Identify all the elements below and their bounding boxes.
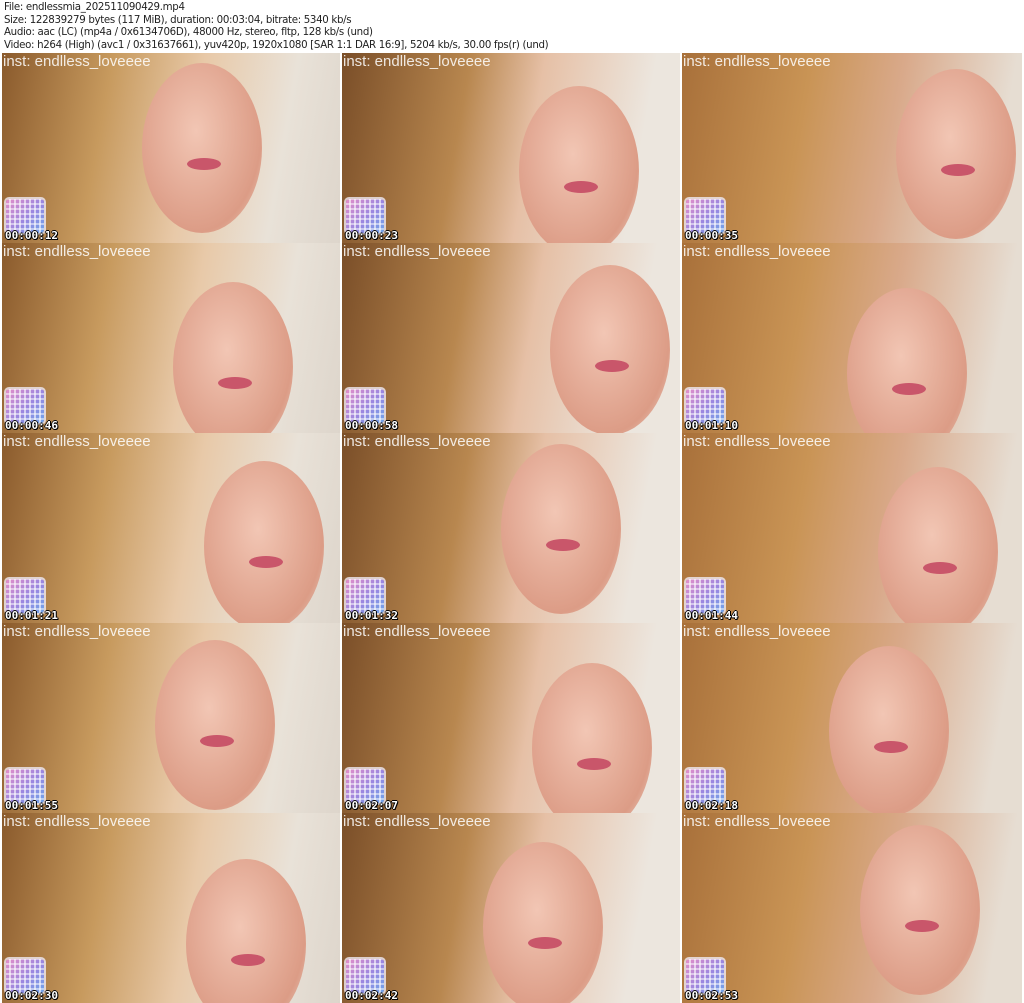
audio-info: Audio: aac (LC) (mp4a / 0x6134706D), 480… — [4, 25, 373, 39]
timestamp: 00:01:32 — [345, 609, 398, 622]
video-info: Video: h264 (High) (avc1 / 0x31637661), … — [4, 37, 549, 51]
watermark-text: inst: endlless_loveeee — [343, 623, 491, 640]
frame-detail — [874, 741, 908, 753]
qr-code-icon — [346, 769, 384, 803]
frame-detail — [564, 181, 598, 193]
frame-image — [847, 288, 967, 433]
qr-code-icon — [6, 199, 44, 233]
timestamp: 00:00:35 — [685, 229, 738, 242]
timestamp: 00:02:53 — [685, 989, 738, 1002]
watermark-text: inst: endlless_loveeee — [3, 813, 151, 830]
video-thumbnail: inst: endlless_loveeee 00:00:23 — [342, 53, 680, 243]
frame-image — [204, 461, 324, 623]
qr-code-icon — [346, 199, 384, 233]
frame-image — [483, 842, 603, 1003]
watermark-text: inst: endlless_loveeee — [683, 433, 831, 450]
video-thumbnail: inst: endlless_loveeee 00:01:21 — [2, 433, 340, 623]
frame-detail — [905, 920, 939, 932]
timestamp: 00:00:12 — [5, 229, 58, 242]
qr-code-icon — [686, 389, 724, 423]
watermark-text: inst: endlless_loveeee — [343, 243, 491, 260]
frame-detail — [249, 556, 283, 568]
frame-image — [550, 265, 670, 433]
video-thumbnail: inst: endlless_loveeee 00:01:32 — [342, 433, 680, 623]
watermark-text: inst: endlless_loveeee — [3, 433, 151, 450]
frame-detail — [218, 377, 252, 389]
frame-image — [186, 859, 306, 1003]
frame-detail — [577, 758, 611, 770]
qr-code-icon — [6, 959, 44, 993]
file-info-header: File: endlessmia_202511090429.mp4 Size: … — [4, 0, 549, 51]
watermark-text: inst: endlless_loveeee — [683, 243, 831, 260]
thumbnail-grid: inst: endlless_loveeee 00:00:12 inst: en… — [2, 53, 1022, 1003]
qr-code-icon — [346, 389, 384, 423]
timestamp: 00:01:44 — [685, 609, 738, 622]
watermark-text: inst: endlless_loveeee — [3, 623, 151, 640]
frame-image — [519, 86, 639, 243]
frame-detail — [546, 539, 580, 551]
timestamp: 00:00:58 — [345, 419, 398, 432]
frame-detail — [187, 158, 221, 170]
timestamp: 00:01:55 — [5, 799, 58, 812]
qr-code-icon — [6, 389, 44, 423]
qr-code-icon — [346, 579, 384, 613]
frame-image — [829, 646, 949, 813]
frame-image — [878, 467, 998, 623]
qr-code-icon — [686, 769, 724, 803]
qr-code-icon — [686, 579, 724, 613]
video-thumbnail: inst: endlless_loveeee 00:02:42 — [342, 813, 680, 1003]
video-thumbnail: inst: endlless_loveeee 00:00:46 — [2, 243, 340, 433]
watermark-text: inst: endlless_loveeee — [683, 623, 831, 640]
timestamp: 00:02:30 — [5, 989, 58, 1002]
timestamp: 00:00:23 — [345, 229, 398, 242]
frame-detail — [892, 383, 926, 395]
watermark-text: inst: endlless_loveeee — [343, 433, 491, 450]
file-name: File: endlessmia_202511090429.mp4 — [4, 0, 185, 13]
frame-image — [860, 825, 980, 995]
video-thumbnail: inst: endlless_loveeee 00:00:35 — [682, 53, 1022, 243]
video-thumbnail: inst: endlless_loveeee 00:01:44 — [682, 433, 1022, 623]
qr-code-icon — [686, 959, 724, 993]
frame-detail — [200, 735, 234, 747]
watermark-text: inst: endlless_loveeee — [683, 53, 831, 70]
frame-detail — [941, 164, 975, 176]
qr-code-icon — [346, 959, 384, 993]
frame-image — [501, 444, 621, 614]
frame-detail — [231, 954, 265, 966]
video-thumbnail: inst: endlless_loveeee 00:02:30 — [2, 813, 340, 1003]
frame-image — [173, 282, 293, 433]
video-thumbnail: inst: endlless_loveeee 00:01:55 — [2, 623, 340, 813]
watermark-text: inst: endlless_loveeee — [343, 813, 491, 830]
frame-detail — [595, 360, 629, 372]
qr-code-icon — [6, 579, 44, 613]
video-thumbnail: inst: endlless_loveeee 00:01:10 — [682, 243, 1022, 433]
watermark-text: inst: endlless_loveeee — [3, 53, 151, 70]
timestamp: 00:02:18 — [685, 799, 738, 812]
video-thumbnail: inst: endlless_loveeee 00:02:53 — [682, 813, 1022, 1003]
watermark-text: inst: endlless_loveeee — [683, 813, 831, 830]
video-thumbnail: inst: endlless_loveeee 00:02:18 — [682, 623, 1022, 813]
timestamp: 00:01:21 — [5, 609, 58, 622]
qr-code-icon — [686, 199, 724, 233]
timestamp: 00:02:42 — [345, 989, 398, 1002]
video-thumbnail: inst: endlless_loveeee 00:00:12 — [2, 53, 340, 243]
frame-image — [155, 640, 275, 810]
frame-detail — [528, 937, 562, 949]
frame-detail — [923, 562, 957, 574]
frame-image — [532, 663, 652, 813]
watermark-text: inst: endlless_loveeee — [343, 53, 491, 70]
timestamp: 00:01:10 — [685, 419, 738, 432]
video-thumbnail: inst: endlless_loveeee 00:00:58 — [342, 243, 680, 433]
frame-image — [142, 63, 262, 233]
timestamp: 00:02:07 — [345, 799, 398, 812]
frame-image — [896, 69, 1016, 239]
watermark-text: inst: endlless_loveeee — [3, 243, 151, 260]
qr-code-icon — [6, 769, 44, 803]
video-thumbnail: inst: endlless_loveeee 00:02:07 — [342, 623, 680, 813]
timestamp: 00:00:46 — [5, 419, 58, 432]
